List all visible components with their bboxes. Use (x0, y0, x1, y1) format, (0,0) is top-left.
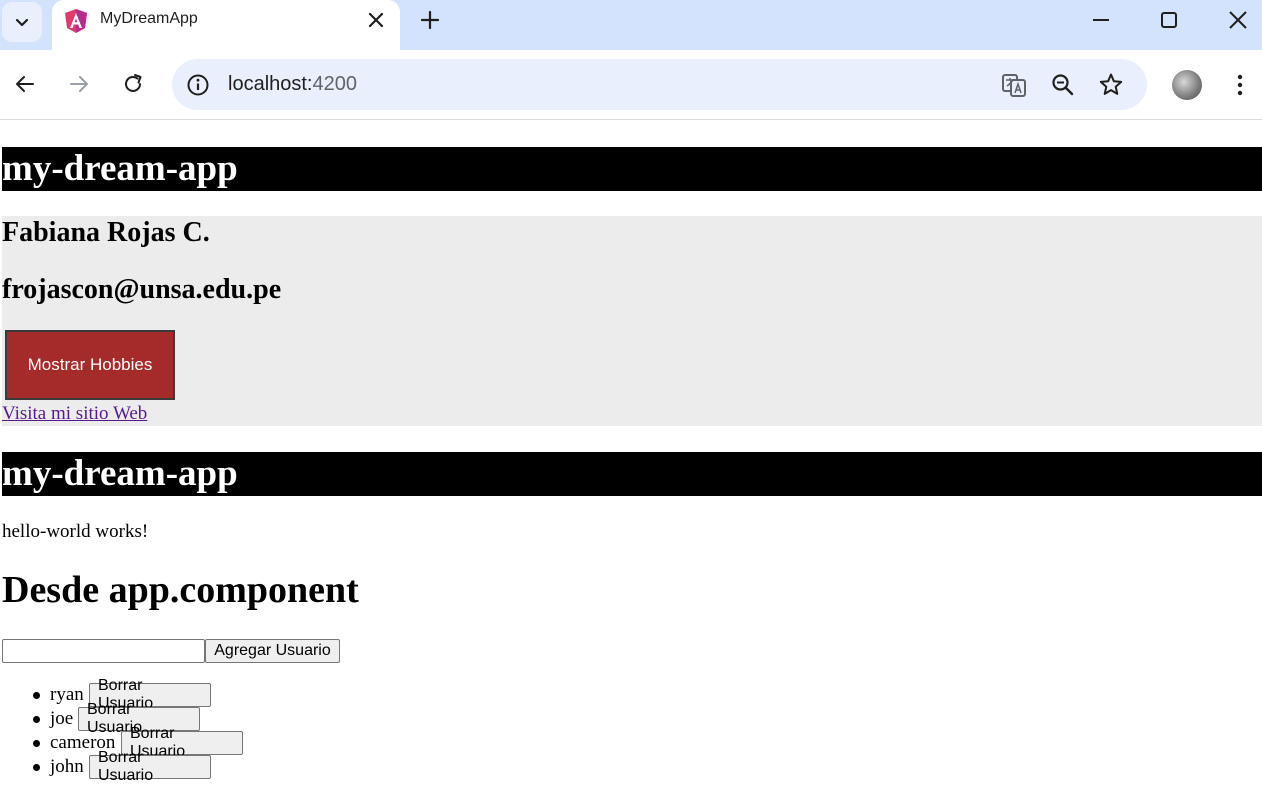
profile-card: Fabiana Rojas C. frojascon@unsa.edu.pe M… (2, 216, 1262, 426)
chevron-down-icon (15, 18, 29, 27)
translate-icon[interactable] (1000, 71, 1028, 99)
url-text[interactable]: localhost:4200 (228, 73, 357, 96)
star-icon[interactable] (1097, 71, 1125, 99)
browser-toolbar: localhost:4200 (0, 50, 1262, 120)
page-content: my-dream-app Fabiana Rojas C. frojascon@… (0, 121, 1262, 803)
maximize-icon[interactable] (1157, 8, 1181, 32)
delete-user-button[interactable]: Borrar Usuario (89, 749, 211, 784)
browser-tab[interactable]: MyDreamApp (52, 0, 400, 50)
user-name: john (50, 756, 84, 777)
show-hobbies-button[interactable]: Mostrar Hobbies (5, 330, 175, 400)
tab-search-button[interactable] (2, 2, 42, 42)
tab-strip: MyDreamApp (0, 0, 1262, 50)
user-list: ryan Borrar Usuario joe Borrar Usuario c… (0, 677, 400, 791)
bullet-icon (33, 692, 40, 699)
bullet-icon (33, 740, 40, 747)
forward-arrow-icon[interactable] (67, 72, 91, 96)
section-heading: Desde app.component (2, 569, 359, 611)
close-icon[interactable] (366, 10, 386, 30)
profile-name: Fabiana Rojas C. (2, 217, 210, 248)
back-arrow-icon[interactable] (13, 72, 37, 96)
app-banner-title-secondary: my-dream-app (2, 452, 1262, 496)
kebab-menu-icon[interactable] (1228, 72, 1252, 98)
app-banner-title: my-dream-app (2, 147, 1262, 191)
profile-avatar[interactable] (1172, 70, 1202, 100)
user-name: joe (50, 708, 74, 729)
url-port: 4200 (312, 73, 358, 95)
reload-icon[interactable] (121, 72, 145, 96)
profile-email: frojascon@unsa.edu.pe (2, 274, 282, 305)
address-bar[interactable]: localhost:4200 (172, 59, 1147, 110)
angular-favicon-icon (65, 9, 87, 33)
plus-icon[interactable] (418, 8, 442, 32)
window-close-icon[interactable] (1226, 8, 1250, 32)
add-user-button[interactable]: Agregar Usuario (205, 639, 340, 663)
bullet-icon (33, 764, 40, 771)
user-name: ryan (50, 684, 84, 705)
hello-world-text: hello-world works! (2, 521, 149, 542)
zoom-icon[interactable] (1049, 71, 1077, 99)
user-name-input[interactable] (2, 639, 205, 663)
website-link[interactable]: Visita mi sitio Web (2, 403, 147, 425)
bullet-icon (33, 716, 40, 723)
minimize-icon[interactable] (1089, 8, 1113, 32)
list-item: john Borrar Usuario (0, 749, 220, 784)
tab-title: MyDreamApp (100, 10, 198, 27)
url-host: localhost: (228, 73, 313, 95)
site-info-icon[interactable] (184, 71, 212, 99)
